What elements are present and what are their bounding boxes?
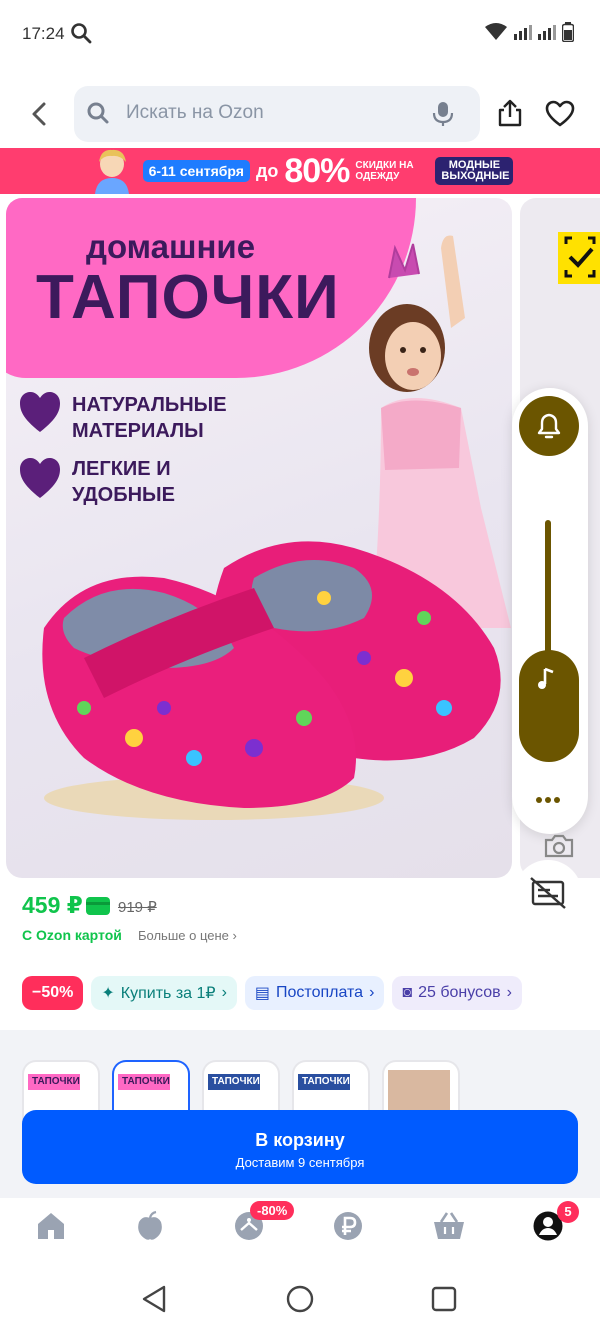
delivery-date: Доставим 9 сентября — [235, 1155, 365, 1170]
microphone-icon[interactable] — [432, 101, 454, 132]
banner-upto: до — [255, 160, 279, 181]
recents-nav-icon[interactable] — [430, 1285, 458, 1318]
search-placeholder: Искать на Ozon — [126, 102, 264, 123]
banner-tagline: СКИДКИ НА ОДЕЖДУ — [355, 160, 414, 182]
back-icon[interactable] — [26, 100, 52, 133]
search-icon — [86, 101, 110, 130]
status-indicators — [484, 22, 574, 42]
discount-chip-label: −50% — [32, 984, 74, 1001]
status-bar: 17:24 — [0, 0, 600, 70]
chevron-right-icon: › — [369, 984, 375, 1001]
chevron-right-icon: › — [506, 984, 512, 1001]
share-icon[interactable] — [496, 98, 524, 133]
fresh-icon[interactable] — [134, 1210, 166, 1247]
variant-thumbnail-label: ТАПОЧКИ — [32, 1076, 80, 1087]
banner-dates: 6-11 сентября — [142, 160, 250, 182]
promo-banner-content: 6-11 сентября до 80% СКИДКИ НА ОДЕЖДУ МО… — [0, 148, 600, 194]
banner-discount: 80% — [284, 151, 350, 190]
chevron-right-icon: › — [232, 928, 237, 943]
promo-badge: -80% — [250, 1201, 295, 1220]
more-options-icon[interactable] — [533, 790, 563, 815]
image-heading-small: домашние — [86, 228, 256, 265]
ozon-card-icon — [86, 897, 110, 920]
profile-badge: 5 — [557, 1201, 579, 1223]
buy-for-1-ruble-label: Купить за 1₽ — [120, 985, 216, 1002]
chevron-right-icon: › — [221, 984, 227, 1001]
status-time: 17:24 — [22, 24, 65, 43]
back-nav-icon[interactable] — [140, 1284, 168, 1319]
image-heading-big: ТАПОЧКИ — [36, 263, 340, 332]
ruble-icon[interactable] — [332, 1210, 364, 1247]
search-status-icon — [70, 22, 92, 49]
signal-icon — [514, 25, 532, 40]
heart-bullet-icon-1 — [20, 392, 60, 432]
verified-badge-icon — [558, 232, 600, 284]
variant-thumbnail-label: ТАПОЧКИ — [212, 1076, 260, 1087]
bonuses-chip[interactable]: ◙ 25 бонусов › — [392, 976, 522, 1010]
more-about-price-label: Больше о цене — [138, 928, 229, 943]
wifi-icon — [485, 23, 507, 40]
postpay-chip[interactable]: ▤ Постоплата › — [244, 976, 385, 1010]
buy-for-1-ruble-chip[interactable]: ✦ Купить за 1₽ › — [91, 976, 237, 1010]
music-note-icon — [535, 666, 559, 697]
promo-chips: −50% ✦ Купить за 1₽ › ▤ Постоплата › ◙ 2… — [22, 976, 522, 1010]
more-about-price-link[interactable]: Больше о цене › — [138, 928, 237, 943]
signal-icon-2 — [538, 25, 556, 40]
favorite-heart-icon[interactable] — [545, 100, 575, 133]
postpay-icon: ▤ — [254, 985, 271, 1002]
notification-bell-button[interactable] — [519, 396, 579, 461]
battery-icon — [562, 22, 574, 42]
sparkle-icon: ✦ — [101, 985, 115, 1002]
captions-off-button[interactable] — [510, 856, 586, 937]
discount-chip[interactable]: −50% — [22, 976, 84, 1010]
bonus-icon: ◙ — [402, 984, 413, 1001]
postpay-label: Постоплата — [276, 984, 364, 1001]
add-to-cart-label: В корзину — [255, 1130, 345, 1150]
slippers-illustration — [42, 541, 501, 820]
home-nav-icon[interactable] — [286, 1285, 314, 1318]
heart-bullet-icon-2 — [20, 458, 60, 498]
banner-event: МОДНЫЕ ВЫХОДНЫЕ — [435, 157, 514, 185]
banner-model-avatar — [94, 149, 129, 194]
image-feature-2: ЛЕГКИЕ И УДОБНЫЕ — [72, 458, 175, 506]
add-to-cart-button[interactable]: В корзину Доставим 9 сентября — [22, 1110, 578, 1184]
price-old: 919 ₽ — [118, 899, 157, 916]
bonuses-label: 25 бонусов — [418, 984, 501, 1001]
price-current: 459 ₽ — [22, 892, 83, 918]
cart-icon[interactable] — [432, 1210, 466, 1247]
variant-thumbnail-label: ТАПОЧКИ — [122, 1076, 170, 1087]
variant-thumbnail-label: ТАПОЧКИ — [302, 1076, 350, 1087]
bottom-nav — [0, 1198, 600, 1264]
home-icon[interactable] — [35, 1210, 67, 1247]
ozon-card-label[interactable]: С Ozon картой — [22, 927, 122, 943]
image-feature-1: НАТУРАЛЬНЫЕ МАТЕРИАЛЫ — [72, 394, 227, 442]
